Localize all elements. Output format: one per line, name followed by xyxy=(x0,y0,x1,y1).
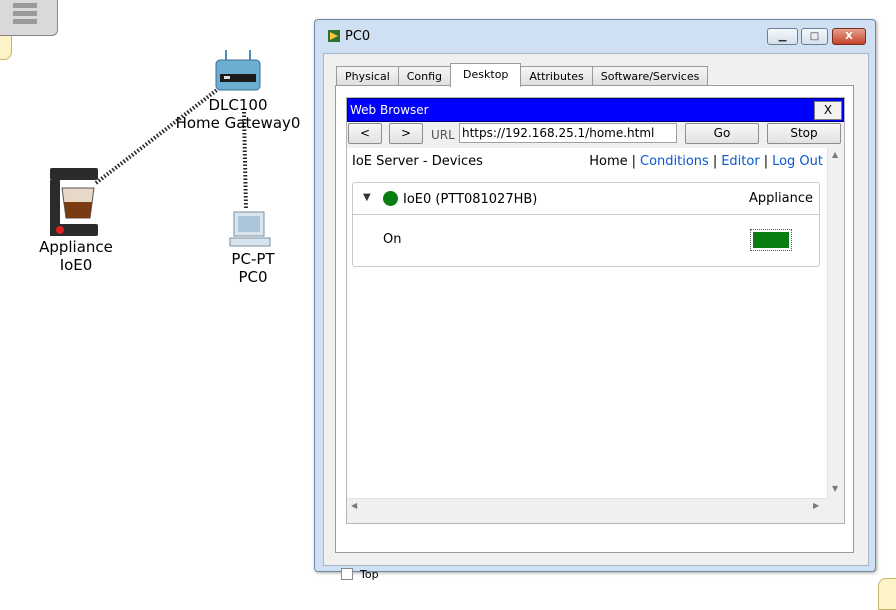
appliance-device[interactable] xyxy=(48,166,100,238)
page-nav: Home | Conditions | Editor | Log Out xyxy=(589,154,823,169)
nav-separator: | xyxy=(631,154,636,169)
pc-label: PC-PT PC0 xyxy=(208,250,298,286)
appliance-type: Appliance xyxy=(39,238,113,256)
maximize-button[interactable]: □ xyxy=(801,28,828,45)
device-type: Appliance xyxy=(749,191,813,206)
url-input[interactable] xyxy=(459,123,677,143)
nav-editor-link[interactable]: Editor xyxy=(721,154,759,169)
stop-button[interactable]: Stop xyxy=(767,123,841,144)
gateway-model: DLC100 xyxy=(208,96,268,114)
tab-config[interactable]: Config xyxy=(397,66,452,86)
back-button[interactable]: < xyxy=(348,123,382,144)
window-title: PC0 xyxy=(345,29,371,44)
router-icon xyxy=(215,50,261,91)
top-checkbox[interactable] xyxy=(341,568,353,580)
top-checkbox-label: Top xyxy=(360,568,379,581)
tab-bar: Physical Config Desktop Attributes Softw… xyxy=(336,63,709,87)
web-browser-title: Web Browser xyxy=(350,103,429,117)
nav-separator: | xyxy=(712,154,718,169)
toggle-fill xyxy=(753,232,789,248)
scroll-down-icon[interactable]: ▼ xyxy=(832,484,838,493)
browser-viewport: IoE Server - Devices Home | Conditions | Edi… xyxy=(347,148,827,498)
appliance-name: IoE0 xyxy=(59,256,93,274)
tab-physical[interactable]: Physical xyxy=(336,66,399,86)
pc-icon xyxy=(229,211,271,247)
tab-desktop[interactable]: Desktop xyxy=(450,63,522,87)
window-client-area: Physical Config Desktop Attributes Softw… xyxy=(323,53,869,581)
go-button[interactable]: Go xyxy=(685,123,759,144)
gateway-name: Home Gateway0 xyxy=(175,114,301,132)
web-browser-app: Web Browser X < > URL Go Stop IoE Server… xyxy=(346,97,845,524)
on-property-label: On xyxy=(383,232,402,247)
horizontal-scrollbar[interactable]: ◀ ▶ xyxy=(347,498,827,514)
sticky-note-corner xyxy=(878,578,896,610)
tab-attributes[interactable]: Attributes xyxy=(520,66,593,86)
home-gateway-device[interactable] xyxy=(212,48,264,96)
device-name: IoE0 (PTT081027HB) xyxy=(403,192,538,207)
nav-logout-link[interactable]: Log Out xyxy=(772,154,823,169)
tab-software-services[interactable]: Software/Services xyxy=(591,66,709,86)
nav-conditions-link[interactable]: Conditions xyxy=(640,154,709,169)
pc-model: PC-PT xyxy=(231,250,275,268)
scroll-up-icon[interactable]: ▲ xyxy=(832,150,838,159)
on-toggle-button[interactable] xyxy=(750,229,792,251)
scroll-left-icon[interactable]: ◀ xyxy=(351,501,357,510)
nav-separator: | xyxy=(763,154,769,169)
url-label: URL xyxy=(431,128,455,142)
forward-button[interactable]: > xyxy=(389,123,423,144)
device-card-header[interactable]: ▼ IoE0 (PTT081027HB) Appliance xyxy=(353,183,819,215)
scroll-right-icon[interactable]: ▶ xyxy=(813,501,819,510)
close-browser-button[interactable]: X xyxy=(814,101,842,120)
nav-home[interactable]: Home xyxy=(589,154,627,169)
appliance-label: Appliance IoE0 xyxy=(26,238,126,274)
vertical-scrollbar[interactable]: ▲ ▼ xyxy=(827,148,843,498)
pc-name: PC0 xyxy=(238,268,268,286)
window-titlebar[interactable]: PC0 ▁ □ X xyxy=(315,20,875,54)
device-status-icon xyxy=(383,191,398,206)
collapse-caret-icon[interactable]: ▼ xyxy=(363,192,371,203)
minimize-button[interactable]: ▁ xyxy=(767,28,798,45)
desktop-tab-panel: Web Browser X < > URL Go Stop IoE Server… xyxy=(335,85,854,553)
device-card: ▼ IoE0 (PTT081027HB) Appliance On xyxy=(352,182,820,267)
web-browser-header: Web Browser X xyxy=(347,98,844,122)
pc0-window: PC0 ▁ □ X Physical Config Desktop Attrib… xyxy=(314,19,876,581)
page-title: IoE Server - Devices xyxy=(352,154,483,169)
gateway-label: DLC100 Home Gateway0 xyxy=(168,96,308,132)
coffee-maker-icon xyxy=(50,168,98,236)
pc-device[interactable] xyxy=(228,210,276,250)
scrollbar-corner xyxy=(827,498,843,514)
packet-tracer-icon xyxy=(328,30,340,42)
close-window-button[interactable]: X xyxy=(832,28,866,45)
